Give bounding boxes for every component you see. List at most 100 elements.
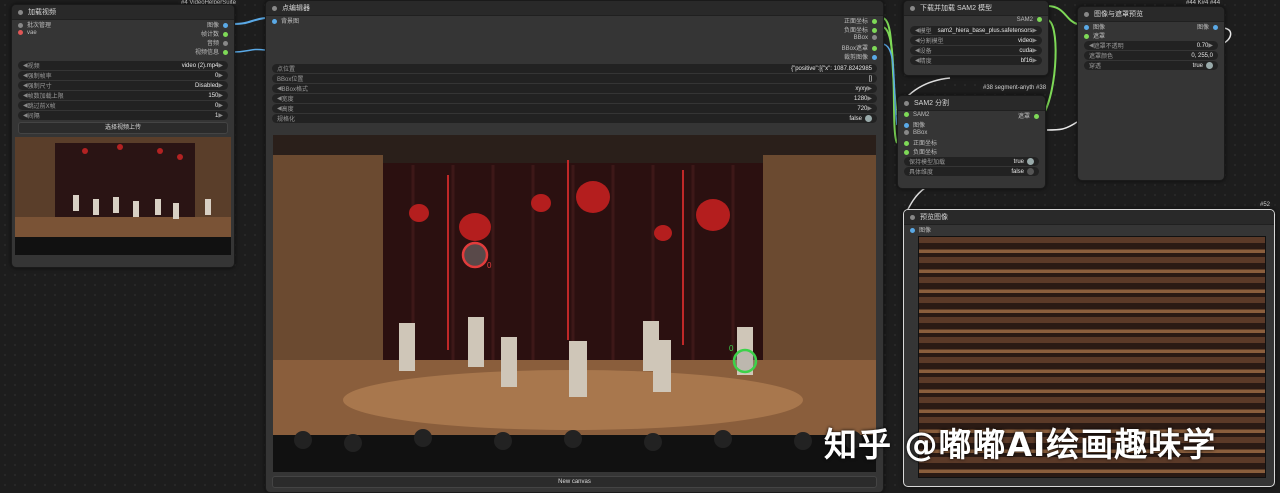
widget-label: 具体维度 xyxy=(909,170,934,176)
preview-image-header[interactable]: 预览图像 xyxy=(904,210,1274,225)
image-mask-preview-title: 图像与遮罩预览 xyxy=(1094,11,1143,18)
arrow-right-icon[interactable]: ▶ xyxy=(1032,27,1037,34)
points-canvas[interactable]: 0 0 xyxy=(273,135,876,472)
force-size-widget[interactable]: ◀ 强制尺寸 Disabled ▶ xyxy=(18,81,228,90)
arrow-right-icon[interactable]: ▶ xyxy=(218,82,223,89)
height-widget[interactable]: ◀ 高度 720 ▶ xyxy=(272,104,877,113)
arrow-right-icon[interactable]: ▶ xyxy=(1208,42,1213,49)
image-mask-preview-node[interactable]: 图像与遮罩预览 图像 图像 遮罩 ◀ 遮罩不透明 0.70 ▶ 遮罩颜色 0, 255,0… xyxy=(1077,6,1225,181)
load-video-header[interactable]: 加载视频 xyxy=(12,5,234,20)
individual-objects-widget[interactable]: 具体维度 false xyxy=(904,167,1039,176)
segmentor-widget[interactable]: ◀ 分割模型 video ▶ xyxy=(910,36,1042,45)
toggle-knob-icon[interactable] xyxy=(1027,168,1034,175)
arrow-right-icon[interactable]: ▶ xyxy=(867,85,872,92)
output-socket-icon[interactable] xyxy=(223,40,228,46)
input-socket-icon[interactable] xyxy=(18,30,23,36)
widget-label: 帧数加载上限 xyxy=(27,94,64,100)
input-socket-icon[interactable] xyxy=(904,112,909,118)
widget-label: 模型 xyxy=(919,29,932,35)
normalize-widget[interactable]: 规格化 false xyxy=(272,114,877,123)
arrow-right-icon[interactable]: ▶ xyxy=(218,112,223,119)
model-widget[interactable]: ◀ 模型 sam2_hiera_base_plus.safetensors ▶ xyxy=(910,26,1042,35)
points-editor-header[interactable]: 点编辑器 xyxy=(266,1,883,16)
positive-point-marker[interactable] xyxy=(732,348,758,374)
video-widget[interactable]: ◀ 视频 video (2).mp4 ▶ xyxy=(18,61,228,70)
collapse-dot-icon[interactable] xyxy=(1084,11,1089,17)
output-socket-icon[interactable] xyxy=(872,27,877,33)
image-mask-preview-header[interactable]: 图像与遮罩预览 xyxy=(1078,7,1224,22)
new-canvas-button[interactable]: New canvas xyxy=(272,476,877,488)
arrow-right-icon[interactable]: ▶ xyxy=(218,62,223,69)
select-nth-widget[interactable]: ◀ 间隔 1 ▶ xyxy=(18,111,228,120)
collapse-dot-icon[interactable] xyxy=(904,100,909,106)
negative-point-marker[interactable] xyxy=(461,241,489,269)
arrow-right-icon[interactable]: ▶ xyxy=(218,102,223,109)
widget-label: 设备 xyxy=(919,49,932,55)
bbox-format-widget[interactable]: ◀ BBox格式 xyxy ▶ xyxy=(272,84,877,93)
widget-label: 规格化 xyxy=(277,117,296,123)
mask-opacity-widget[interactable]: ◀ 遮罩不透明 0.70 ▶ xyxy=(1084,41,1218,50)
arrow-right-icon[interactable]: ▶ xyxy=(1032,57,1037,64)
input-socket-icon[interactable] xyxy=(904,140,909,146)
output-socket-icon[interactable] xyxy=(872,45,877,51)
arrow-right-icon[interactable]: ▶ xyxy=(218,72,223,79)
output-socket-icon[interactable] xyxy=(872,18,877,24)
width-widget[interactable]: ◀ 宽度 1280 ▶ xyxy=(272,94,877,103)
widget-label: BBox位置 xyxy=(277,77,304,83)
input-socket-icon[interactable] xyxy=(1084,33,1089,39)
input-socket-icon[interactable] xyxy=(904,122,909,128)
input-bbox: BBox xyxy=(913,130,928,137)
points-store-widget[interactable]: 点位置 {"positive":[{"x": 1087.8242985 xyxy=(272,64,877,73)
widget-value: bf16 xyxy=(1020,57,1033,64)
arrow-right-icon[interactable]: ▶ xyxy=(218,92,223,99)
arrow-right-icon[interactable]: ▶ xyxy=(1032,47,1037,54)
keep-model-widget[interactable]: 保持模型加载 true xyxy=(904,157,1039,166)
bbox-store-widget[interactable]: BBox位置 [] xyxy=(272,74,877,83)
arrow-right-icon[interactable]: ▶ xyxy=(867,105,872,112)
toggle-knob-icon[interactable] xyxy=(1206,62,1213,69)
mask-color-widget[interactable]: 遮罩颜色 0, 255,0 xyxy=(1084,51,1218,60)
output-socket-icon[interactable] xyxy=(223,49,228,55)
sam2-loader-header[interactable]: 下载并加载 SAM2 模型 xyxy=(904,1,1048,16)
output-socket-icon[interactable] xyxy=(1213,24,1218,30)
device-widget[interactable]: ◀ 设备 cuda ▶ xyxy=(910,46,1042,55)
output-socket-icon[interactable] xyxy=(1037,17,1042,23)
points-editor-node[interactable]: 点编辑器 背景图 正面坐标 负面坐标 BBox BBox遮罩 裁剪图像 点位置 {"… xyxy=(265,0,884,493)
collapse-dot-icon[interactable] xyxy=(910,214,915,220)
negative-point-label: 0 xyxy=(487,261,492,270)
widget-value: 0.70 xyxy=(1196,42,1209,49)
upload-video-button[interactable]: 选择视频上传 xyxy=(18,122,228,134)
output-socket-icon[interactable] xyxy=(223,22,228,28)
collapse-dot-icon[interactable] xyxy=(18,9,23,15)
precision-widget[interactable]: ◀ 精度 bf16 ▶ xyxy=(910,56,1042,65)
sam2-segment-node[interactable]: SAM2 分割 SAM2 遮罩 图像 BBox 正面坐标 负面坐标 保持模型加载 t… xyxy=(897,95,1046,189)
input-socket-icon[interactable] xyxy=(1084,24,1089,30)
output-socket-icon[interactable] xyxy=(223,31,228,37)
arrow-right-icon[interactable]: ▶ xyxy=(1032,37,1037,44)
output-video-info: 视频信息 xyxy=(194,50,219,56)
input-socket-icon[interactable] xyxy=(910,227,915,233)
input-socket-icon[interactable] xyxy=(904,130,909,136)
output-socket-icon[interactable] xyxy=(872,54,877,60)
pass-through-widget[interactable]: 穿透 true xyxy=(1084,61,1218,70)
skip-frames-widget[interactable]: ◀ 跳过前X帧 0 ▶ xyxy=(18,101,228,110)
toggle-knob-icon[interactable] xyxy=(1027,158,1034,165)
sam2-segment-header[interactable]: SAM2 分割 xyxy=(898,96,1045,111)
widget-label: 间隔 xyxy=(27,114,40,120)
input-image: 图像 xyxy=(913,123,926,129)
frame-cap-widget[interactable]: ◀ 帧数加载上限 150 ▶ xyxy=(18,91,228,100)
force-rate-widget[interactable]: ◀ 强制帧率 0 ▶ xyxy=(18,71,228,80)
output-socket-icon[interactable] xyxy=(1034,113,1039,119)
toggle-knob-icon[interactable] xyxy=(865,115,872,122)
input-socket-icon[interactable] xyxy=(18,22,23,28)
sam2-loader-node[interactable]: 下载并加载 SAM2 模型 SAM2 ◀ 模型 sam2_hiera_base_pl… xyxy=(903,0,1049,76)
output-socket-icon[interactable] xyxy=(872,35,877,41)
collapse-dot-icon[interactable] xyxy=(272,5,277,11)
input-socket-icon[interactable] xyxy=(904,149,909,155)
input-socket-icon[interactable] xyxy=(272,18,277,24)
collapse-dot-icon[interactable] xyxy=(910,5,915,11)
load-video-node[interactable]: 加载视频 批次管理 图像 vae 帧计数 音频 视频信息 ◀ 视频 video (2).… xyxy=(11,4,235,268)
input-vae: vae xyxy=(27,30,37,37)
arrow-right-icon[interactable]: ▶ xyxy=(867,95,872,102)
output-cropped-image: 裁剪图像 xyxy=(843,55,868,61)
